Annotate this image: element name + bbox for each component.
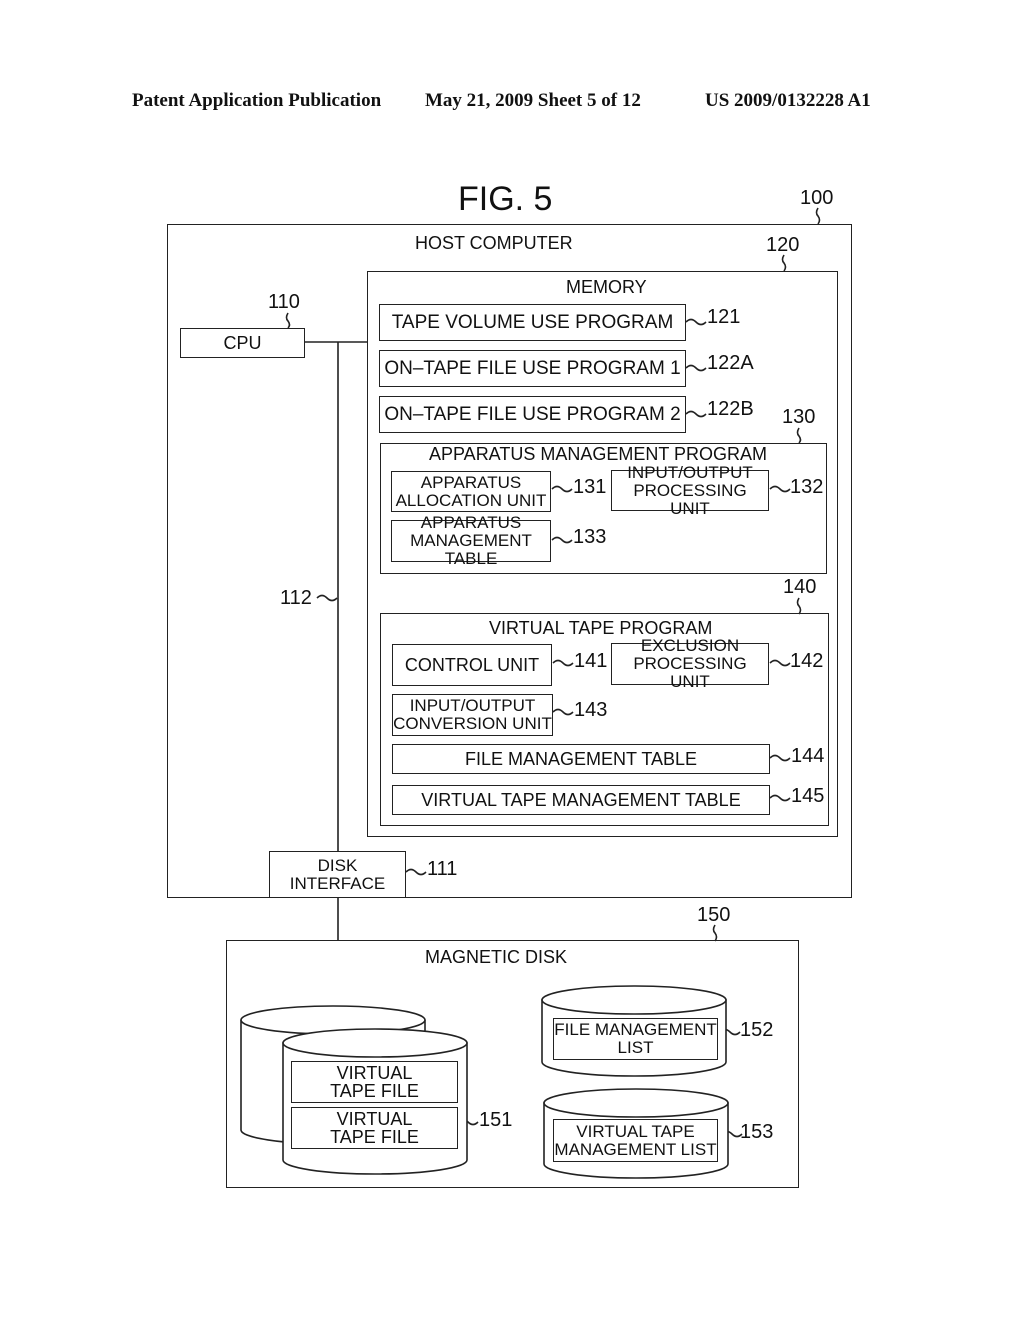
memory-label: MEMORY — [566, 277, 647, 297]
ref-142: 142 — [790, 650, 824, 672]
on-tape-file-use-program-1-label: ON–TAPE FILE USE PROGRAM 1 — [384, 357, 681, 379]
ref-140: 140 — [783, 576, 817, 598]
input-output-processing-unit-line2: PROCESSING UNIT — [633, 480, 747, 518]
leader-150 — [712, 924, 718, 942]
virtual-tape-management-list-box: VIRTUAL TAPE MANAGEMENT LIST — [553, 1119, 718, 1162]
exclusion-processing-unit-box: EXCLUSION PROCESSING UNIT — [611, 637, 769, 691]
ref-112: 112 — [280, 587, 312, 609]
apparatus-management-table-box: APPARATUS MANAGEMENT TABLE — [391, 514, 551, 568]
ref-111: 111 — [427, 858, 458, 880]
apparatus-allocation-unit-box: APPARATUS ALLOCATION UNIT — [391, 471, 551, 512]
ref-145: 145 — [791, 785, 825, 807]
input-output-conversion-unit-line2: CONVERSION UNIT — [393, 714, 552, 733]
disk-interface-box: DISK INTERFACE — [269, 851, 406, 898]
file-management-list-line2: LIST — [617, 1038, 654, 1057]
input-output-conversion-unit-box: INPUT/OUTPUT CONVERSION UNIT — [392, 694, 553, 736]
apparatus-allocation-unit-line2: ALLOCATION UNIT — [395, 490, 547, 510]
virtual-tape-file-line1: VIRTUAL — [336, 1109, 413, 1129]
ref-133: 133 — [573, 526, 607, 548]
input-output-processing-unit-line1: INPUT/OUTPUT — [627, 462, 753, 482]
ref-122a: 122A — [707, 352, 754, 374]
apparatus-management-table-line2: MANAGEMENT TABLE — [410, 531, 532, 568]
disk-interface-line1: DISK — [317, 855, 358, 875]
apparatus-management-program-label: APPARATUS MANAGEMENT PROGRAM — [429, 444, 768, 464]
cpu-label: CPU — [223, 332, 262, 353]
ref-144: 144 — [791, 745, 825, 767]
file-management-list-box: FILE MANAGEMENT LIST — [553, 1018, 718, 1060]
virtual-tape-management-table-box: VIRTUAL TAPE MANAGEMENT TABLE — [392, 785, 770, 815]
apparatus-management-table-line1: APPARATUS — [420, 513, 522, 532]
on-tape-file-use-program-1-box: ON–TAPE FILE USE PROGRAM 1 — [379, 350, 686, 387]
ref-132: 132 — [790, 476, 824, 498]
virtual-tape-management-list-line1: VIRTUAL TAPE — [576, 1121, 695, 1141]
ref-141: 141 — [574, 650, 608, 672]
exclusion-processing-unit-line2: PROCESSING UNIT — [633, 654, 747, 691]
tape-volume-use-program-label: TAPE VOLUME USE PROGRAM — [391, 311, 674, 333]
disk-interface-line2: INTERFACE — [289, 873, 386, 893]
exclusion-processing-unit-line1: EXCLUSION — [640, 636, 740, 655]
ref-131: 131 — [573, 476, 607, 498]
ref-120: 120 — [766, 234, 800, 256]
control-unit-label: CONTROL UNIT — [404, 654, 540, 675]
magnetic-disk-label: MAGNETIC DISK — [425, 947, 568, 967]
virtual-tape-management-table-label: VIRTUAL TAPE MANAGEMENT TABLE — [421, 789, 741, 810]
file-management-table-box: FILE MANAGEMENT TABLE — [392, 744, 770, 774]
on-tape-file-use-program-2-box: ON–TAPE FILE USE PROGRAM 2 — [379, 396, 686, 433]
ref-151: 151 — [479, 1109, 513, 1131]
ref-110: 110 — [268, 291, 300, 313]
virtual-tape-file-line2: TAPE FILE — [330, 1081, 419, 1101]
host-computer-label: HOST COMPUTER — [415, 233, 573, 253]
file-management-table-label: FILE MANAGEMENT TABLE — [464, 748, 698, 769]
ref-121: 121 — [707, 306, 741, 328]
ref-130: 130 — [782, 406, 816, 428]
ref-100: 100 — [800, 187, 834, 209]
file-management-list-line1: FILE MANAGEMENT — [554, 1020, 717, 1039]
control-unit-box: CONTROL UNIT — [392, 644, 552, 686]
input-output-conversion-unit-line1: INPUT/OUTPUT — [409, 696, 536, 715]
virtual-tape-file-box: VIRTUAL TAPE FILE — [291, 1061, 458, 1103]
ref-150: 150 — [697, 904, 731, 926]
cpu-box: CPU — [180, 328, 305, 358]
ref-153: 153 — [740, 1121, 774, 1143]
virtual-tape-file-line1: VIRTUAL — [336, 1063, 413, 1083]
ref-143: 143 — [574, 699, 608, 721]
tape-volume-use-program-box: TAPE VOLUME USE PROGRAM — [379, 304, 686, 341]
virtual-tape-file-box: VIRTUAL TAPE FILE — [291, 1107, 458, 1149]
apparatus-allocation-unit-line1: APPARATUS — [420, 472, 522, 492]
leader-100 — [815, 207, 821, 225]
virtual-tape-management-list-line2: MANAGEMENT LIST — [554, 1139, 717, 1159]
ref-152: 152 — [740, 1019, 774, 1041]
virtual-tape-program-label: VIRTUAL TAPE PROGRAM — [489, 618, 713, 638]
ref-122b: 122B — [707, 398, 754, 420]
on-tape-file-use-program-2-label: ON–TAPE FILE USE PROGRAM 2 — [384, 403, 681, 425]
input-output-processing-unit-box: INPUT/OUTPUT PROCESSING UNIT — [611, 463, 769, 517]
virtual-tape-file-line2: TAPE FILE — [330, 1127, 419, 1147]
